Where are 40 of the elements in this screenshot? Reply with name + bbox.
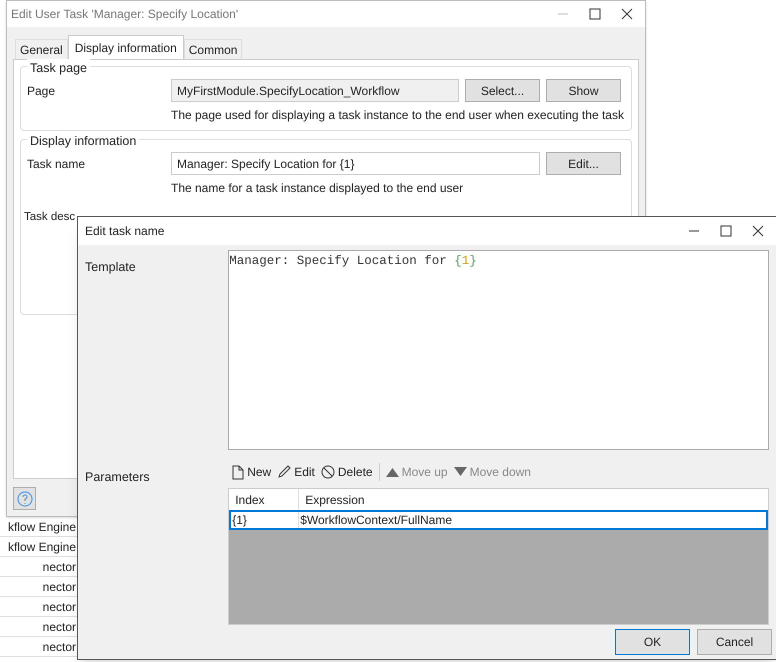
field-label: Template [85,259,137,276]
triangle-up-icon [386,467,399,477]
toolbar-button[interactable]: New [232,463,272,481]
tab[interactable]: Common [184,39,242,59]
task-name-field[interactable]: Manager: Specify Location for {1} [171,152,540,175]
window-title: Edit task name [84,223,164,240]
prohibited-icon [320,465,335,479]
help-button[interactable] [13,487,36,510]
table-cell: {1} [231,512,300,528]
close-icon[interactable] [752,225,764,237]
tab[interactable]: General [15,39,68,59]
column-header[interactable]: Expression [299,489,768,510]
action-button[interactable]: Show [546,79,621,102]
field-label: Page [27,82,56,100]
dialog-button[interactable]: Cancel [697,629,772,655]
hint-text: The page used for displaying a task instance to the end user when executing the task [170,107,625,124]
field-label: Task name [27,156,86,172]
window-title: Edit User Task 'Manager: Specify Location' [10,6,238,23]
pencil-icon [277,465,292,479]
triangle-down-icon [454,467,467,477]
table-cell-text: $WorkflowContext/FullName [299,512,454,528]
table-row[interactable]: {1} $WorkflowContext/FullName [229,510,768,530]
field-label: Parameters [85,469,151,486]
maximize-icon[interactable] [720,225,732,237]
toolbar-button[interactable]: Edit [277,463,315,481]
help-icon [16,490,32,506]
page-field[interactable]: MyFirstModule.SpecifyLocation_Workflow [171,79,459,102]
group-legend: Task page [27,59,90,78]
action-button[interactable]: Select... [465,79,540,102]
toolbar-button[interactable]: Delete [320,463,373,481]
tab[interactable]: Display information [68,35,184,59]
template-text: Manager: Specify Location for {1} [229,253,477,270]
hint-text: The name for a task instance displayed to the end user [170,180,464,197]
template-field[interactable]: Manager: Specify Location for {1} [228,250,769,450]
edit-button[interactable]: Edit... [546,152,621,175]
close-icon[interactable] [621,8,633,20]
maximize-icon[interactable] [589,8,601,20]
document-icon [232,464,244,480]
field-label: Task desc [24,210,76,225]
dialog-button[interactable]: OK [615,629,690,655]
